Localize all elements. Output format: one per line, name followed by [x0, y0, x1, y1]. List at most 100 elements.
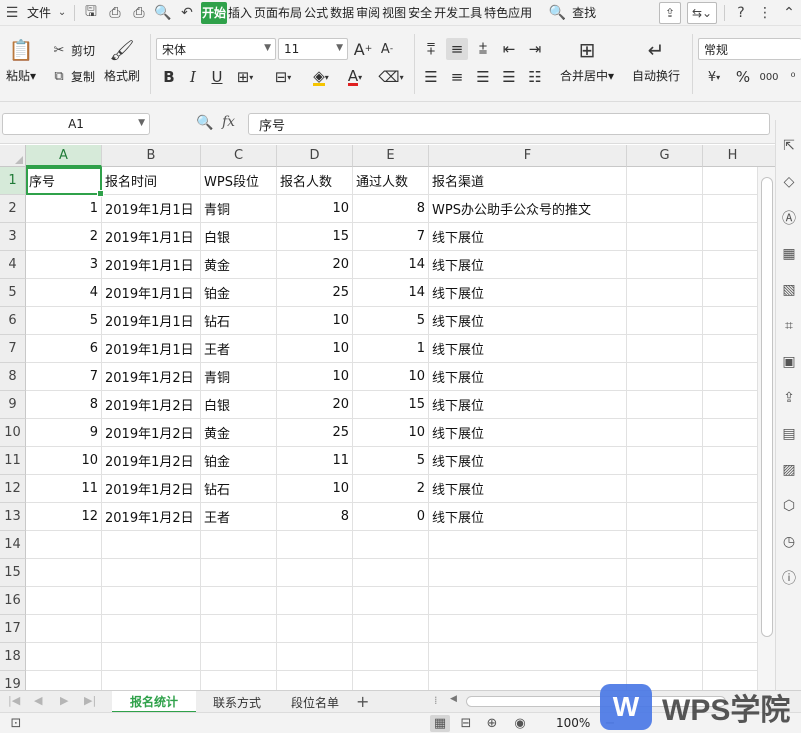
header-cell[interactable]: 通过人数: [353, 167, 429, 195]
table-cell[interactable]: 2019年1月1日: [102, 335, 201, 363]
grid-cell[interactable]: [201, 587, 277, 615]
table-cell[interactable]: 白银: [201, 223, 277, 251]
grid-cell[interactable]: [26, 531, 102, 559]
increase-indent-button[interactable]: ⇥: [524, 38, 546, 60]
grid-cell[interactable]: [703, 223, 757, 251]
table-cell[interactable]: 5: [26, 307, 102, 335]
eye-protection-icon[interactable]: ◉: [510, 715, 530, 732]
first-sheet-icon[interactable]: |◀: [8, 694, 20, 707]
table-cell[interactable]: 铂金: [201, 447, 277, 475]
archive-icon[interactable]: ▤: [779, 424, 799, 444]
vertical-scrollbar[interactable]: [757, 167, 775, 690]
chevron-down-icon[interactable]: ⌄: [56, 3, 68, 23]
table-cell[interactable]: 14: [353, 251, 429, 279]
table-cell[interactable]: 线下展位: [429, 503, 627, 531]
more-icon[interactable]: ⋮: [755, 3, 775, 23]
italic-button[interactable]: I: [182, 66, 204, 88]
grid-cell[interactable]: [353, 587, 429, 615]
header-cell[interactable]: 报名时间: [102, 167, 201, 195]
pointer-icon[interactable]: ⇱: [779, 136, 799, 156]
table-cell[interactable]: 钻石: [201, 475, 277, 503]
decrease-indent-button[interactable]: ⇤: [498, 38, 520, 60]
table-cell[interactable]: 黄金: [201, 419, 277, 447]
table-cell[interactable]: 20: [277, 251, 353, 279]
table-cell[interactable]: WPS办公助手公众号的推文: [429, 195, 627, 223]
grid-cell[interactable]: [627, 447, 703, 475]
save-icon[interactable]: 🖫: [81, 3, 101, 23]
table-cell[interactable]: 5: [353, 447, 429, 475]
ribbon-tab[interactable]: 页面布局: [253, 2, 303, 24]
grid-cell[interactable]: [627, 279, 703, 307]
thousands-separator-button[interactable]: 000: [758, 66, 780, 88]
shrink-font-button[interactable]: A-: [376, 38, 398, 60]
last-sheet-icon[interactable]: ▶|: [84, 694, 96, 707]
grid-cell[interactable]: [703, 167, 757, 195]
grid-cell[interactable]: [627, 419, 703, 447]
row-header[interactable]: 11: [0, 447, 26, 475]
underline-button[interactable]: U: [206, 66, 228, 88]
grid-cell[interactable]: [102, 643, 201, 671]
grid-cell[interactable]: [26, 643, 102, 671]
table-cell[interactable]: 10: [277, 363, 353, 391]
grid-cell[interactable]: [277, 643, 353, 671]
page-break-view-icon[interactable]: ⊟: [456, 715, 476, 732]
table-cell[interactable]: 11: [26, 475, 102, 503]
grid-cell[interactable]: [353, 671, 429, 690]
table-cell[interactable]: 10: [277, 475, 353, 503]
grid-cell[interactable]: [26, 587, 102, 615]
share-icon[interactable]: ⇪: [659, 2, 681, 24]
table-cell[interactable]: 白银: [201, 391, 277, 419]
grid-cell[interactable]: [201, 671, 277, 690]
table-cell[interactable]: 25: [277, 279, 353, 307]
table-cell[interactable]: 1: [26, 195, 102, 223]
shapes-icon[interactable]: ◇: [779, 172, 799, 192]
header-cell[interactable]: 报名人数: [277, 167, 353, 195]
grid-cell[interactable]: [102, 587, 201, 615]
grid-cell[interactable]: [703, 419, 757, 447]
table-cell[interactable]: 钻石: [201, 307, 277, 335]
grid-cell[interactable]: [26, 559, 102, 587]
grid-cell[interactable]: [703, 587, 757, 615]
table-cell[interactable]: 2019年1月1日: [102, 251, 201, 279]
table-cell[interactable]: 12: [26, 503, 102, 531]
table-cell[interactable]: 线下展位: [429, 279, 627, 307]
column-header[interactable]: D: [277, 145, 353, 167]
ribbon-tab[interactable]: 安全: [407, 2, 433, 24]
row-header[interactable]: 3: [0, 223, 26, 251]
table-cell[interactable]: 25: [277, 419, 353, 447]
grid-cell[interactable]: [353, 531, 429, 559]
grid-cell[interactable]: [703, 559, 757, 587]
scrollbar-thumb[interactable]: [761, 177, 773, 637]
table-cell[interactable]: 6: [26, 335, 102, 363]
grid-cell[interactable]: [627, 475, 703, 503]
table-cell[interactable]: 7: [26, 363, 102, 391]
table-cell[interactable]: 2019年1月2日: [102, 391, 201, 419]
currency-button[interactable]: ¥ ▾: [700, 66, 728, 88]
grid-cell[interactable]: [703, 307, 757, 335]
row-header[interactable]: 16: [0, 587, 26, 615]
share-out-icon[interactable]: ⇪: [779, 388, 799, 408]
grid-cell[interactable]: [201, 615, 277, 643]
number-format-select[interactable]: 常规: [698, 38, 801, 60]
ribbon-tab[interactable]: 特色应用: [483, 2, 533, 24]
table-cell[interactable]: 王者: [201, 503, 277, 531]
table-cell[interactable]: 14: [353, 279, 429, 307]
table-cell[interactable]: 2019年1月2日: [102, 419, 201, 447]
table-cell[interactable]: 2019年1月2日: [102, 447, 201, 475]
ribbon-tab[interactable]: 插入: [227, 2, 253, 24]
table-cell[interactable]: 10: [277, 335, 353, 363]
table-cell[interactable]: 11: [277, 447, 353, 475]
column-header[interactable]: B: [102, 145, 201, 167]
bold-button[interactable]: B: [158, 66, 180, 88]
table-cell[interactable]: 线下展位: [429, 419, 627, 447]
table-cell[interactable]: 10: [26, 447, 102, 475]
table-cell[interactable]: 2: [26, 223, 102, 251]
column-header[interactable]: C: [201, 145, 277, 167]
table-cell[interactable]: 2019年1月1日: [102, 195, 201, 223]
text-style-icon[interactable]: Ⓐ: [779, 208, 799, 228]
print-icon[interactable]: ⎙: [129, 3, 149, 23]
table-cell[interactable]: 2019年1月1日: [102, 223, 201, 251]
grid-cell[interactable]: [627, 167, 703, 195]
next-sheet-icon[interactable]: ▶: [60, 694, 68, 707]
table-cell[interactable]: 9: [26, 419, 102, 447]
